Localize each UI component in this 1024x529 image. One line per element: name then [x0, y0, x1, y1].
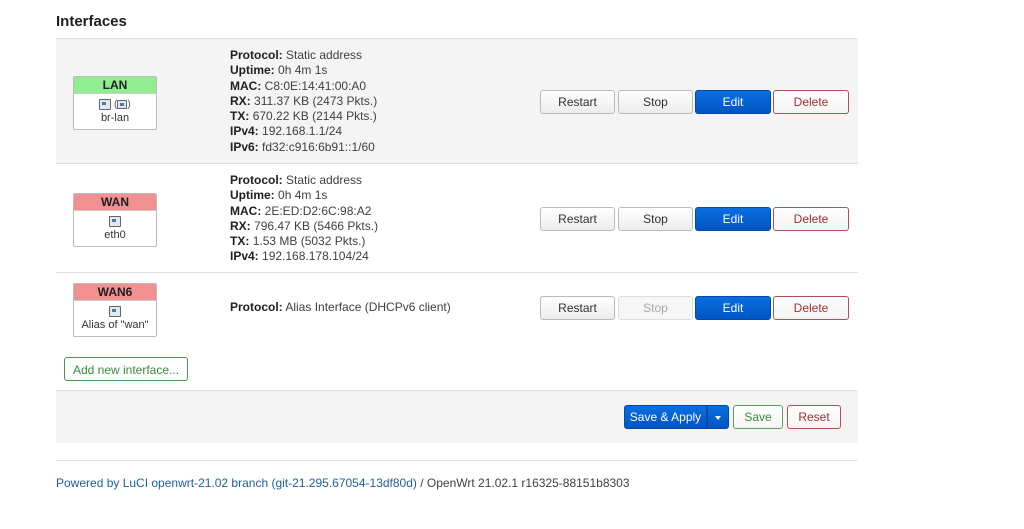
info-line: MAC: C8:0E:14:41:00:A0: [230, 78, 367, 93]
chevron-down-icon: [715, 415, 721, 420]
ethernet-port-icon: [109, 215, 121, 227]
interface-name: LAN: [74, 77, 156, 94]
info-line: Protocol: Static address: [230, 48, 363, 62]
openwrt-version: OpenWrt 21.02.1 r16325-88151b8303: [426, 476, 630, 490]
page-title: Interfaces: [56, 13, 127, 30]
restart-button[interactable]: Restart: [540, 296, 615, 320]
interface-name: WAN: [74, 194, 156, 211]
bridge-icon: (): [114, 99, 131, 110]
save-apply-button[interactable]: Save & Apply: [624, 405, 707, 429]
info-line: IPv6: fd32:c916:6b91::1/60: [230, 139, 375, 154]
interface-badge-lan[interactable]: LAN () br-lan: [73, 76, 157, 130]
powered-by: Powered by LuCI openwrt-21.02 branch (gi…: [56, 476, 630, 490]
info-line: Protocol: Static address: [230, 173, 363, 187]
interface-device: Alias of "wan": [81, 319, 149, 331]
interface-device: br-lan: [100, 112, 130, 124]
reset-button[interactable]: Reset: [787, 405, 841, 429]
interface-badge-wan[interactable]: WAN eth0: [73, 193, 157, 247]
interface-row-wan6: WAN6 Alias of "wan" Protocol: Alias Inte…: [56, 272, 858, 344]
info-line: IPv4: 192.168.1.1/24: [230, 124, 343, 139]
stop-button[interactable]: Stop: [618, 207, 693, 231]
save-button[interactable]: Save: [733, 405, 783, 429]
interface-badge-wan6[interactable]: WAN6 Alias of "wan": [73, 283, 157, 337]
info-line: RX: 796.47 KB (5466 Pkts.): [230, 218, 379, 233]
info-line: Protocol: Alias Interface (DHCPv6 client…: [230, 300, 451, 314]
info-line: TX: 670.22 KB (2144 Pkts.): [230, 109, 377, 124]
info-line: Uptime: 0h 4m 1s: [230, 188, 328, 203]
network-icon: [99, 98, 112, 110]
edit-button[interactable]: Edit: [695, 207, 771, 231]
luci-link[interactable]: Powered by LuCI openwrt-21.02 branch (gi…: [56, 476, 417, 490]
edit-button[interactable]: Edit: [695, 90, 771, 114]
stop-button[interactable]: Stop: [618, 296, 693, 320]
info-line: IPv4: 192.168.178.104/24: [230, 249, 369, 264]
restart-button[interactable]: Restart: [540, 207, 615, 231]
add-interface-button[interactable]: Add new interface...: [64, 357, 188, 381]
interface-name: WAN6: [74, 284, 156, 301]
interface-info: Protocol: Static address Uptime: 0h 4m 1…: [230, 48, 377, 155]
info-line: RX: 311.37 KB (2473 Pkts.): [230, 93, 378, 108]
save-apply-dropdown[interactable]: [707, 405, 729, 429]
info-line: Uptime: 0h 4m 1s: [230, 63, 328, 78]
info-line: TX: 1.53 MB (5032 Pkts.): [230, 234, 366, 249]
edit-button[interactable]: Edit: [695, 296, 771, 320]
delete-button[interactable]: Delete: [773, 90, 849, 114]
interface-row-lan: LAN () br-lan Protocol: Static address U…: [56, 38, 858, 163]
delete-button[interactable]: Delete: [773, 296, 849, 320]
alias-icon: [109, 305, 121, 317]
footer-divider: [56, 460, 858, 461]
interface-info: Protocol: Static address Uptime: 0h 4m 1…: [230, 173, 378, 265]
interface-info: Protocol: Alias Interface (DHCPv6 client…: [230, 300, 451, 315]
info-line: MAC: 2E:ED:D2:6C:98:A2: [230, 203, 372, 218]
stop-button[interactable]: Stop: [618, 90, 693, 114]
interface-row-wan: WAN eth0 Protocol: Static address Uptime…: [56, 163, 858, 272]
restart-button[interactable]: Restart: [540, 90, 615, 114]
interface-device: eth0: [104, 229, 126, 241]
delete-button[interactable]: Delete: [773, 207, 849, 231]
